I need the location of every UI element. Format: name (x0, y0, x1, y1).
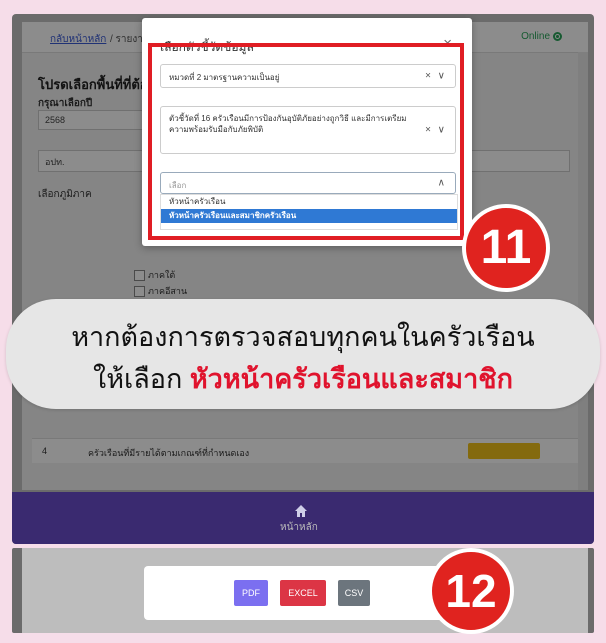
home-icon[interactable] (294, 504, 308, 518)
footer-bar (12, 492, 594, 544)
step-badge-11: 11 (462, 204, 550, 292)
csv-button[interactable]: CSV (338, 580, 370, 606)
highlight-box (148, 43, 464, 240)
callout-prefix: ให้เลือก (93, 364, 190, 394)
callout-line-2: ให้เลือก หัวหน้าครัวเรือนและสมาชิก (6, 357, 600, 400)
callout-highlight: หัวหน้าครัวเรือนและสมาชิก (189, 364, 513, 394)
step-badge-12: 12 (428, 548, 514, 634)
callout-line-1: หากต้องการตรวจสอบทุกคนในครัวเรือน (71, 322, 535, 352)
instruction-callout: หากต้องการตรวจสอบทุกคนในครัวเรือน ให้เลื… (6, 299, 600, 409)
excel-button[interactable]: EXCEL (280, 580, 326, 606)
home-label: หน้าหลัก (280, 522, 318, 533)
pdf-button[interactable]: PDF (234, 580, 268, 606)
